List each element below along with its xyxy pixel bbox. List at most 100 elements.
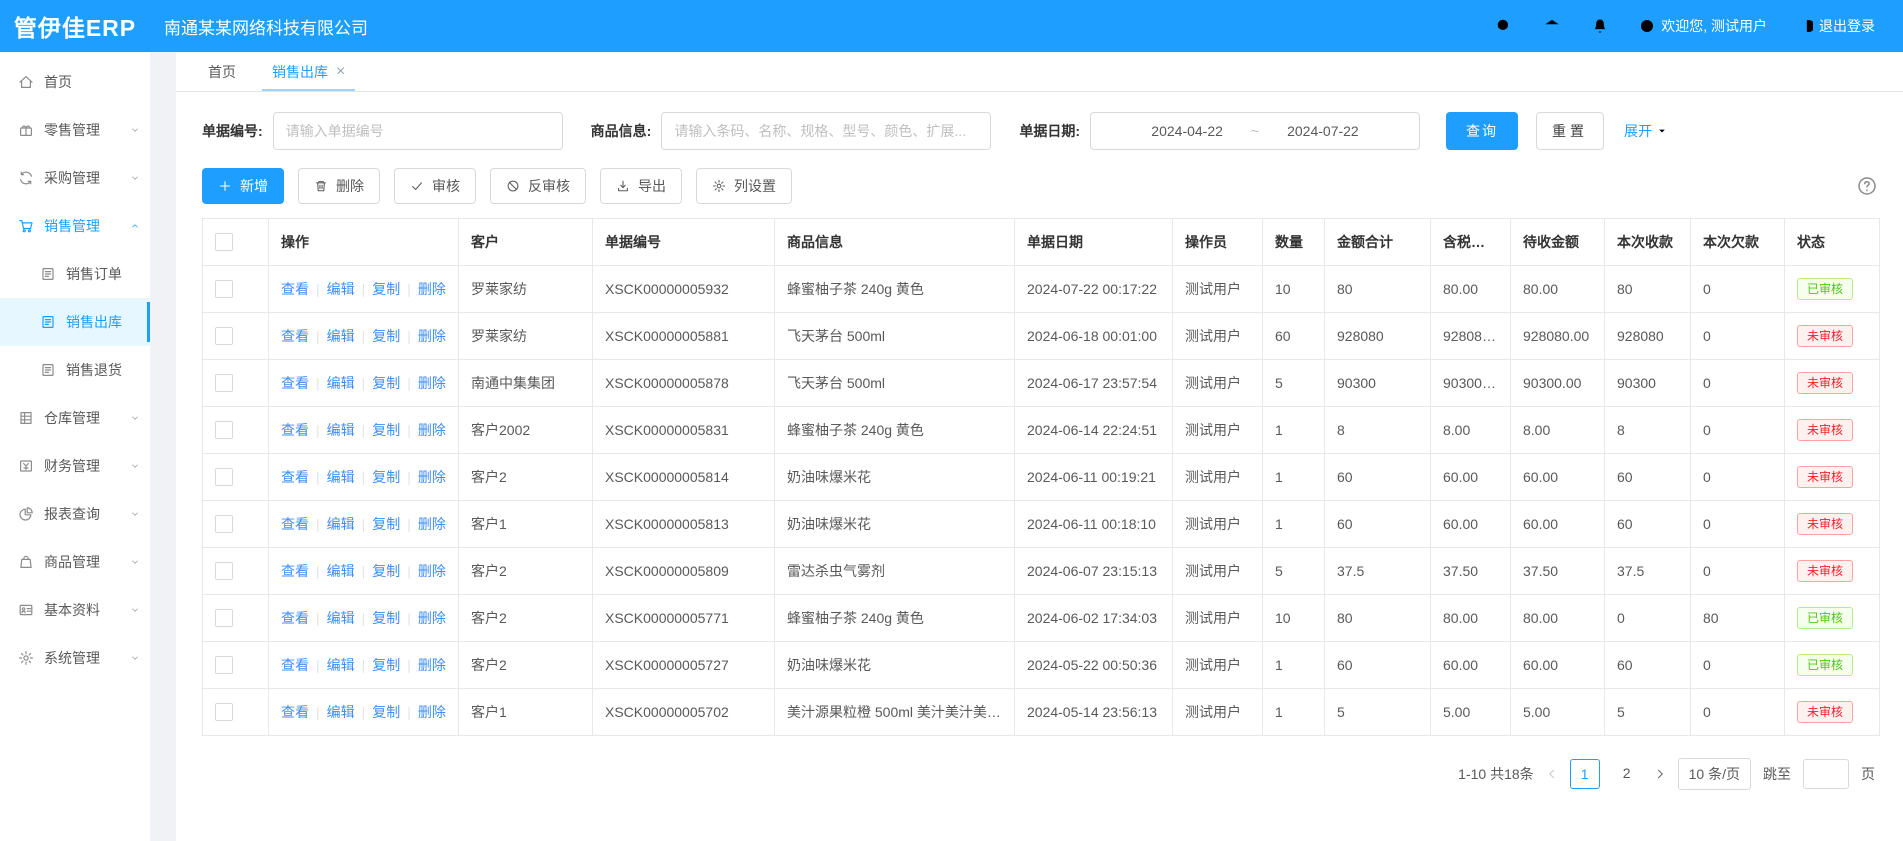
action-copy-link[interactable]: 复制 bbox=[372, 375, 400, 391]
row-checkbox[interactable] bbox=[215, 703, 233, 721]
page-button-2[interactable]: 2 bbox=[1612, 759, 1642, 789]
action-edit-link[interactable]: 编辑 bbox=[327, 375, 355, 391]
action-delete-link[interactable]: 删除 bbox=[418, 328, 446, 344]
row-checkbox[interactable] bbox=[215, 562, 233, 580]
next-page-icon[interactable] bbox=[1654, 768, 1666, 780]
action-copy-link[interactable]: 复制 bbox=[372, 704, 400, 720]
sidebar-item-sales-return[interactable]: 销售退货 bbox=[0, 346, 150, 394]
row-checkbox[interactable] bbox=[215, 656, 233, 674]
action-view-link[interactable]: 查看 bbox=[281, 563, 309, 579]
action-view-link[interactable]: 查看 bbox=[281, 422, 309, 438]
help-icon[interactable] bbox=[1857, 176, 1877, 196]
sidebar-item-purchase[interactable]: 采购管理 bbox=[0, 154, 150, 202]
action-view-link[interactable]: 查看 bbox=[281, 281, 309, 297]
action-view-link[interactable]: 查看 bbox=[281, 328, 309, 344]
action-view-link[interactable]: 查看 bbox=[281, 516, 309, 532]
sidebar-item-system[interactable]: 系统管理 bbox=[0, 634, 150, 682]
cell-owed: 0 bbox=[1691, 689, 1785, 736]
action-delete-link[interactable]: 删除 bbox=[418, 375, 446, 391]
action-view-link[interactable]: 查看 bbox=[281, 469, 309, 485]
action-delete-link[interactable]: 删除 bbox=[418, 657, 446, 673]
action-view-link[interactable]: 查看 bbox=[281, 610, 309, 626]
action-view-link[interactable]: 查看 bbox=[281, 704, 309, 720]
page-size-select[interactable]: 10 条/页 bbox=[1678, 758, 1751, 790]
action-view-link[interactable]: 查看 bbox=[281, 375, 309, 391]
row-checkbox[interactable] bbox=[215, 609, 233, 627]
row-checkbox[interactable] bbox=[215, 421, 233, 439]
action-delete-link[interactable]: 删除 bbox=[418, 281, 446, 297]
action-delete-link[interactable]: 删除 bbox=[418, 516, 446, 532]
action-edit-link[interactable]: 编辑 bbox=[327, 610, 355, 626]
action-edit-link[interactable]: 编辑 bbox=[327, 328, 355, 344]
cell-operator: 测试用户 bbox=[1173, 501, 1263, 548]
sidebar-item-finance[interactable]: 财务管理 bbox=[0, 442, 150, 490]
sidebar-item-sales-outbound[interactable]: 销售出库 bbox=[0, 298, 150, 346]
row-checkbox[interactable] bbox=[215, 327, 233, 345]
cell-amount: 80 bbox=[1325, 595, 1431, 642]
export-button[interactable]: 导出 bbox=[600, 168, 682, 204]
bill-no-input[interactable] bbox=[273, 112, 563, 150]
action-copy-link[interactable]: 复制 bbox=[372, 657, 400, 673]
cell-customer: 罗莱家纺 bbox=[459, 266, 593, 313]
action-edit-link[interactable]: 编辑 bbox=[327, 422, 355, 438]
row-checkbox[interactable] bbox=[215, 374, 233, 392]
search-button[interactable]: 查询 bbox=[1446, 112, 1518, 150]
row-checkbox[interactable] bbox=[215, 515, 233, 533]
row-checkbox[interactable] bbox=[215, 468, 233, 486]
add-button[interactable]: 新增 bbox=[202, 168, 284, 204]
columns-button[interactable]: 列设置 bbox=[696, 168, 792, 204]
action-copy-link[interactable]: 复制 bbox=[372, 610, 400, 626]
tab-home[interactable]: 首页 bbox=[190, 52, 254, 91]
action-edit-link[interactable]: 编辑 bbox=[327, 563, 355, 579]
prev-page-icon[interactable] bbox=[1546, 768, 1558, 780]
action-delete-link[interactable]: 删除 bbox=[418, 704, 446, 720]
sidebar-item-report[interactable]: 报表查询 bbox=[0, 490, 150, 538]
action-delete-link[interactable]: 删除 bbox=[418, 563, 446, 579]
action-copy-link[interactable]: 复制 bbox=[372, 422, 400, 438]
action-delete-link[interactable]: 删除 bbox=[418, 469, 446, 485]
action-copy-link[interactable]: 复制 bbox=[372, 516, 400, 532]
row-checkbox[interactable] bbox=[215, 280, 233, 298]
tab-sales-outbound[interactable]: 销售出库× bbox=[254, 52, 363, 91]
action-edit-link[interactable]: 编辑 bbox=[327, 281, 355, 297]
date-start-value[interactable]: 2024-04-22 bbox=[1151, 123, 1223, 139]
sidebar-item-sales-order[interactable]: 销售订单 bbox=[0, 250, 150, 298]
welcome-user[interactable]: 欢迎您, 测试用户 bbox=[1639, 16, 1767, 36]
action-copy-link[interactable]: 复制 bbox=[372, 281, 400, 297]
sidebar-item-warehouse[interactable]: 仓库管理 bbox=[0, 394, 150, 442]
jump-input[interactable] bbox=[1803, 759, 1849, 789]
action-edit-link[interactable]: 编辑 bbox=[327, 516, 355, 532]
unaudit-button[interactable]: 反审核 bbox=[490, 168, 586, 204]
action-copy-link[interactable]: 复制 bbox=[372, 328, 400, 344]
action-delete-link[interactable]: 删除 bbox=[418, 422, 446, 438]
select-all-checkbox[interactable] bbox=[215, 233, 233, 251]
sidebar-item-sales[interactable]: 销售管理 bbox=[0, 202, 150, 250]
search-icon[interactable] bbox=[1495, 17, 1513, 35]
logout-button[interactable]: 退出登录 bbox=[1797, 16, 1875, 36]
product-input[interactable] bbox=[661, 112, 991, 150]
sidebar-item-home[interactable]: 首页 bbox=[0, 58, 150, 106]
action-view-link[interactable]: 查看 bbox=[281, 657, 309, 673]
date-end-value[interactable]: 2024-07-22 bbox=[1287, 123, 1359, 139]
action-edit-link[interactable]: 编辑 bbox=[327, 657, 355, 673]
action-delete-link[interactable]: 删除 bbox=[418, 610, 446, 626]
delete-button[interactable]: 删除 bbox=[298, 168, 380, 204]
close-icon[interactable]: × bbox=[336, 64, 345, 80]
bell-icon[interactable] bbox=[1591, 17, 1609, 35]
sidebar-item-retail[interactable]: 零售管理 bbox=[0, 106, 150, 154]
action-edit-link[interactable]: 编辑 bbox=[327, 469, 355, 485]
action-edit-link[interactable]: 编辑 bbox=[327, 704, 355, 720]
sidebar-item-goods[interactable]: 商品管理 bbox=[0, 538, 150, 586]
action-copy-link[interactable]: 复制 bbox=[372, 469, 400, 485]
page-button-1[interactable]: 1 bbox=[1570, 759, 1600, 789]
column-header: 待收金额 bbox=[1511, 219, 1605, 266]
cell-received: 37.5 bbox=[1605, 548, 1691, 595]
action-copy-link[interactable]: 复制 bbox=[372, 563, 400, 579]
reset-button[interactable]: 重置 bbox=[1536, 112, 1604, 150]
expand-toggle[interactable]: 展开 bbox=[1624, 121, 1668, 141]
audit-button[interactable]: 审核 bbox=[394, 168, 476, 204]
cell-select bbox=[203, 548, 269, 595]
date-range-picker[interactable]: 2024-04-22 ~ 2024-07-22 bbox=[1090, 112, 1420, 150]
sidebar-item-basic[interactable]: 基本资料 bbox=[0, 586, 150, 634]
bank-icon[interactable] bbox=[1543, 17, 1561, 35]
